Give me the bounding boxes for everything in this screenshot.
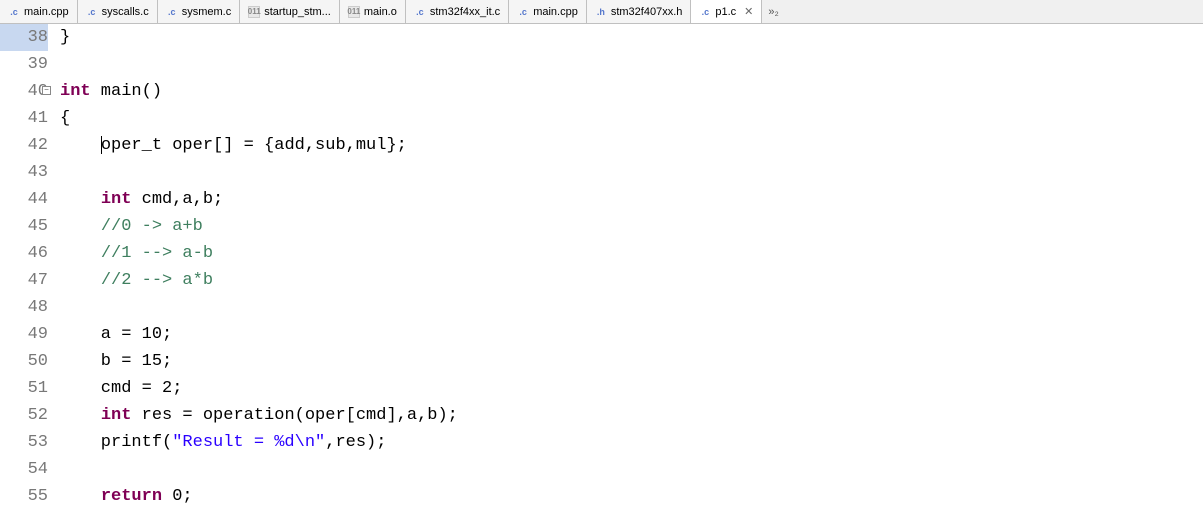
tab-stm32f4xx_it-c[interactable]: .c stm32f4xx_it.c bbox=[406, 0, 509, 23]
tab-main-o[interactable]: 011 main.o bbox=[340, 0, 406, 23]
c-file-icon: .c bbox=[166, 6, 178, 18]
code-line[interactable]: //2 --> a*b bbox=[60, 267, 1203, 294]
tab-overflow-button[interactable]: »₂ bbox=[762, 0, 784, 23]
code-line[interactable]: int res = operation(oper[cmd],a,b); bbox=[60, 402, 1203, 429]
code-token: { bbox=[60, 109, 70, 128]
tab-label: main.o bbox=[364, 6, 397, 18]
code-token bbox=[60, 487, 101, 506]
binary-file-icon: 011 bbox=[348, 6, 360, 18]
line-number: 43 bbox=[0, 159, 48, 186]
line-number: 48 bbox=[0, 294, 48, 321]
h-file-icon: .h bbox=[595, 6, 607, 18]
code-token: main() bbox=[91, 82, 162, 101]
code-line[interactable]: printf("Result = %d\n",res); bbox=[60, 429, 1203, 456]
tab-label: sysmem.c bbox=[182, 6, 232, 18]
code-token: oper_t oper[] = {add,sub,mul}; bbox=[101, 136, 407, 155]
code-line[interactable]: return 0; bbox=[60, 483, 1203, 510]
line-number: 40− bbox=[0, 78, 48, 105]
tab-main-cpp[interactable]: .c main.cpp bbox=[509, 0, 587, 23]
code-line[interactable] bbox=[60, 51, 1203, 78]
code-token: "Result = %d\n" bbox=[172, 433, 325, 452]
code-line[interactable] bbox=[60, 456, 1203, 483]
tab-label: main.cpp bbox=[24, 6, 69, 18]
line-number: 49 bbox=[0, 321, 48, 348]
tab-label: syscalls.c bbox=[102, 6, 149, 18]
line-number: 52 bbox=[0, 402, 48, 429]
close-icon[interactable]: ✕ bbox=[744, 5, 753, 18]
line-number: 44 bbox=[0, 186, 48, 213]
code-token bbox=[60, 217, 101, 236]
editor-area: 383940−414243444546474849505152535455 } i… bbox=[0, 24, 1203, 521]
code-token: printf( bbox=[60, 433, 172, 452]
code-token: } bbox=[60, 28, 70, 47]
code-token: a = 10; bbox=[60, 325, 172, 344]
c-file-icon: .c bbox=[699, 6, 711, 18]
code-line[interactable] bbox=[60, 159, 1203, 186]
tab-label: p1.c bbox=[715, 6, 736, 18]
code-token: return bbox=[101, 487, 162, 506]
line-number: 55 bbox=[0, 483, 48, 510]
line-number: 53 bbox=[0, 429, 48, 456]
tab-label: main.cpp bbox=[533, 6, 578, 18]
line-number: 41 bbox=[0, 105, 48, 132]
tab-p1-c[interactable]: .c p1.c ✕ bbox=[691, 0, 762, 23]
code-line[interactable] bbox=[60, 294, 1203, 321]
fold-toggle-icon[interactable]: − bbox=[42, 86, 51, 95]
code-line[interactable]: cmd = 2; bbox=[60, 375, 1203, 402]
code-token: cmd,a,b; bbox=[131, 190, 223, 209]
code-line[interactable]: //1 --> a-b bbox=[60, 240, 1203, 267]
line-number: 38 bbox=[0, 24, 48, 51]
line-number: 45 bbox=[0, 213, 48, 240]
tab-label: startup_stm... bbox=[264, 6, 331, 18]
code-line[interactable]: oper_t oper[] = {add,sub,mul}; bbox=[60, 132, 1203, 159]
line-number: 47 bbox=[0, 267, 48, 294]
code-line[interactable]: int main() bbox=[60, 78, 1203, 105]
c-file-icon: .c bbox=[86, 6, 98, 18]
code-token bbox=[60, 271, 101, 290]
line-number: 50 bbox=[0, 348, 48, 375]
c-file-icon: .c bbox=[414, 6, 426, 18]
code-token: //1 --> a-b bbox=[101, 244, 213, 263]
code-line[interactable]: a = 10; bbox=[60, 321, 1203, 348]
code-token: cmd = 2; bbox=[60, 379, 182, 398]
code-token bbox=[60, 190, 101, 209]
code-token: int bbox=[101, 190, 132, 209]
tab-label: stm32f407xx.h bbox=[611, 6, 683, 18]
tab-bar: .c main.cpp .c syscalls.c .c sysmem.c 011 start… bbox=[0, 0, 1203, 24]
code-token: ,res); bbox=[325, 433, 386, 452]
line-number: 42 bbox=[0, 132, 48, 159]
tab-main-cpp[interactable]: .c main.cpp bbox=[0, 0, 78, 23]
code-area[interactable]: } int main() { oper_t oper[] = {add,sub,mu… bbox=[56, 24, 1203, 521]
code-token: b = 15; bbox=[60, 352, 172, 371]
code-token bbox=[60, 244, 101, 263]
tab-syscalls-c[interactable]: .c syscalls.c bbox=[78, 0, 158, 23]
code-line[interactable]: } bbox=[60, 24, 1203, 51]
c-file-icon: .c bbox=[8, 6, 20, 18]
code-line[interactable]: //0 -> a+b bbox=[60, 213, 1203, 240]
binary-file-icon: 011 bbox=[248, 6, 260, 18]
code-line[interactable]: { bbox=[60, 105, 1203, 132]
tab-startup_stm-[interactable]: 011 startup_stm... bbox=[240, 0, 340, 23]
code-token: int bbox=[101, 406, 132, 425]
line-number: 51 bbox=[0, 375, 48, 402]
code-token: int bbox=[60, 82, 91, 101]
tab-sysmem-c[interactable]: .c sysmem.c bbox=[158, 0, 241, 23]
line-number-gutter: 383940−414243444546474849505152535455 bbox=[0, 24, 56, 521]
line-number: 54 bbox=[0, 456, 48, 483]
tab-stm32f407xx-h[interactable]: .h stm32f407xx.h bbox=[587, 0, 692, 23]
code-token: 0; bbox=[162, 487, 193, 506]
line-number: 46 bbox=[0, 240, 48, 267]
code-token: //2 --> a*b bbox=[101, 271, 213, 290]
c-file-icon: .c bbox=[517, 6, 529, 18]
code-token: //0 -> a+b bbox=[101, 217, 203, 236]
tab-label: stm32f4xx_it.c bbox=[430, 6, 500, 18]
code-line[interactable]: int cmd,a,b; bbox=[60, 186, 1203, 213]
code-token bbox=[60, 406, 101, 425]
code-line[interactable]: b = 15; bbox=[60, 348, 1203, 375]
line-number: 39 bbox=[0, 51, 48, 78]
code-token: res = operation(oper[cmd],a,b); bbox=[131, 406, 457, 425]
